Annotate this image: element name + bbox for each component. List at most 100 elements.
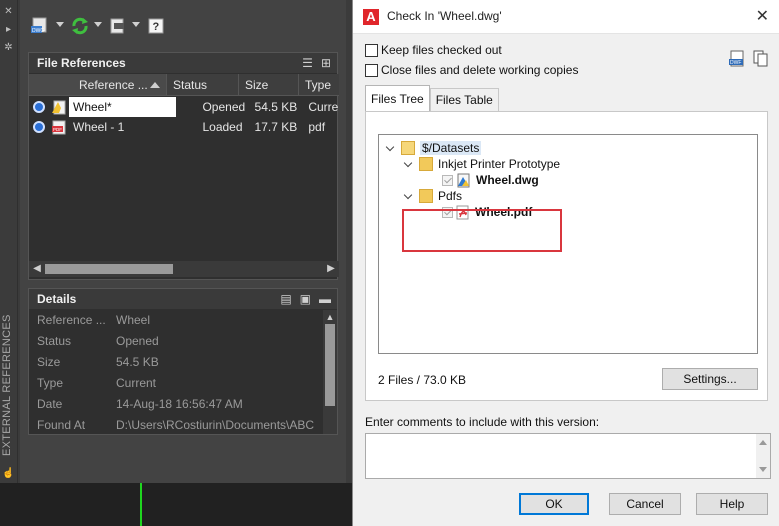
type-cell: Curre: [308, 100, 339, 114]
details-view-icon[interactable]: ▤: [280, 289, 291, 309]
keep-checked-out-checkbox[interactable]: [365, 43, 378, 57]
list-view-icon[interactable]: ☰: [302, 53, 313, 73]
type-cell: pdf: [308, 120, 326, 134]
ok-button[interactable]: OK: [519, 493, 589, 515]
details-vertical-scrollbar[interactable]: ▲: [323, 310, 337, 434]
column-size[interactable]: Size: [239, 74, 299, 95]
loaded-status-icon: [33, 121, 45, 133]
keep-checked-out-label: Keep files checked out: [381, 43, 502, 57]
size-cell: 17.7 KB: [254, 120, 298, 134]
tree-node-label: Wheel.dwg: [476, 173, 539, 187]
close-palette-icon[interactable]: ✕: [2, 6, 15, 18]
autohide-icon[interactable]: ▸: [2, 24, 15, 36]
scroll-up-icon[interactable]: ▲: [323, 310, 337, 324]
tree-view-icon[interactable]: ⊞: [321, 53, 331, 73]
tree-node-label: Pdfs: [438, 189, 463, 203]
refresh-icon[interactable]: [70, 14, 90, 38]
drawing-canvas[interactable]: [0, 483, 352, 526]
reference-name-cell: Wheel - 1: [73, 120, 125, 134]
dwf-icon[interactable]: DWF: [729, 50, 745, 68]
collapse-details-icon[interactable]: ▬: [319, 289, 331, 309]
scroll-right-icon[interactable]: ▶: [323, 261, 339, 277]
change-path-icon[interactable]: [108, 14, 128, 38]
cancel-button[interactable]: Cancel: [609, 493, 681, 515]
tree-node-file[interactable]: Wheel.dwg: [442, 172, 539, 188]
file-references-title: File References: [37, 56, 126, 70]
status-cell: Loaded: [202, 120, 243, 134]
comments-label: Enter comments to include with this vers…: [365, 415, 600, 429]
column-status[interactable]: Status: [167, 74, 239, 95]
column-type[interactable]: Type: [299, 74, 339, 95]
details-title: Details: [37, 292, 77, 306]
tree-node-label: Inkjet Printer Prototype: [438, 157, 561, 171]
expand-chevron-icon[interactable]: [385, 143, 395, 153]
file-references-panel: File References ☰ ⊞ Reference ... Status…: [28, 52, 339, 280]
scroll-left-icon[interactable]: ◀: [29, 261, 45, 277]
check-in-dialog: A Check In 'Wheel.dwg' ✕ Keep files chec…: [352, 0, 779, 526]
attach-dropdown-icon[interactable]: [56, 22, 64, 27]
table-row[interactable]: PDF Wheel - 1 Loaded 17.7 KB pdf: [29, 117, 339, 137]
expand-chevron-icon[interactable]: [403, 159, 413, 169]
svg-text:DWG: DWG: [32, 28, 44, 34]
close-delete-label: Close files and delete working copies: [381, 63, 579, 77]
sort-ascending-icon: [150, 82, 160, 88]
close-dialog-icon[interactable]: ✕: [756, 6, 769, 26]
detail-row: Status Opened: [37, 334, 159, 348]
help-button[interactable]: Help: [696, 493, 768, 515]
reference-name-cell: Wheel*: [69, 97, 177, 117]
refresh-dropdown-icon[interactable]: [94, 22, 102, 27]
attach-dwg-icon[interactable]: DWG: [30, 14, 50, 38]
horizontal-scrollbar[interactable]: ◀ ▶: [29, 261, 339, 277]
file-references-header: File References ☰ ⊞: [29, 53, 337, 73]
highlight-annotation: [402, 209, 562, 252]
file-checkbox[interactable]: [442, 174, 453, 186]
details-header: Details ▤ ▣ ▬: [29, 289, 337, 309]
palette-body: DWG ? File References ☰ ⊞ Reference ... …: [20, 0, 346, 483]
folder-icon: [419, 189, 433, 203]
comments-textarea[interactable]: [365, 433, 771, 479]
pdf-file-icon: PDF: [52, 120, 66, 135]
dialog-tabs: Files Tree Files Table: [365, 85, 499, 112]
dialog-titlebar: A Check In 'Wheel.dwg' ✕: [353, 0, 779, 34]
detail-row: Found At D:\Users\RCostiurin\Documents\AB…: [37, 418, 315, 432]
tree-node-root[interactable]: $/Datasets: [385, 140, 482, 156]
tab-files-tree[interactable]: Files Tree: [365, 85, 430, 112]
scroll-down-icon[interactable]: [759, 467, 767, 472]
copy-icon[interactable]: [753, 50, 769, 68]
detail-row: Size 54.5 KB: [37, 355, 159, 369]
folder-icon: [419, 157, 433, 171]
keep-checked-out-option[interactable]: Keep files checked out: [365, 42, 502, 58]
detail-row: Date 14-Aug-18 16:56:47 AM: [37, 397, 243, 411]
y-axis-line: [140, 483, 142, 526]
preview-icon[interactable]: ▣: [300, 289, 311, 309]
palette-side-strip: ✕ ▸ ✲ EXTERNAL REFERENCES ☝: [0, 0, 18, 526]
settings-button[interactable]: Settings...: [662, 368, 758, 390]
autocad-logo-icon: A: [363, 9, 379, 25]
table-row[interactable]: Wheel* Opened 54.5 KB Curre: [29, 97, 339, 117]
column-reference-name[interactable]: Reference ...: [29, 74, 167, 95]
properties-icon[interactable]: ✲: [2, 42, 15, 54]
palette-toolbar: DWG ?: [20, 0, 346, 50]
scroll-up-icon[interactable]: [759, 440, 767, 445]
files-tree[interactable]: $/Datasets Inkjet Printer Prototype Whee…: [378, 134, 758, 354]
detail-row: Type Current: [37, 376, 157, 390]
files-summary: 2 Files / 73.0 KB: [378, 373, 467, 387]
details-scroll-thumb[interactable]: [325, 324, 335, 406]
size-cell: 54.5 KB: [254, 100, 298, 114]
tab-files-table[interactable]: Files Table: [429, 88, 499, 111]
tree-node-folder[interactable]: Inkjet Printer Prototype: [403, 156, 560, 172]
tree-node-folder[interactable]: Pdfs: [403, 188, 462, 204]
scroll-thumb[interactable]: [45, 264, 173, 274]
comments-scrollbar[interactable]: [756, 434, 770, 478]
status-cell: Opened: [202, 100, 246, 114]
close-delete-checkbox[interactable]: [365, 63, 378, 77]
path-dropdown-icon[interactable]: [132, 22, 140, 27]
expand-chevron-icon[interactable]: [403, 191, 413, 201]
details-panel: Details ▤ ▣ ▬ Reference ... Wheel Status O…: [28, 288, 338, 435]
external-references-palette-area: ✕ ▸ ✲ EXTERNAL REFERENCES ☝ DWG ? File R…: [0, 0, 352, 526]
close-delete-option[interactable]: Close files and delete working copies: [365, 62, 578, 78]
svg-text:?: ?: [153, 21, 160, 33]
svg-text:DWF: DWF: [730, 60, 741, 66]
palette-vertical-title: EXTERNAL REFERENCES: [1, 314, 13, 456]
help-icon[interactable]: ?: [148, 14, 164, 38]
